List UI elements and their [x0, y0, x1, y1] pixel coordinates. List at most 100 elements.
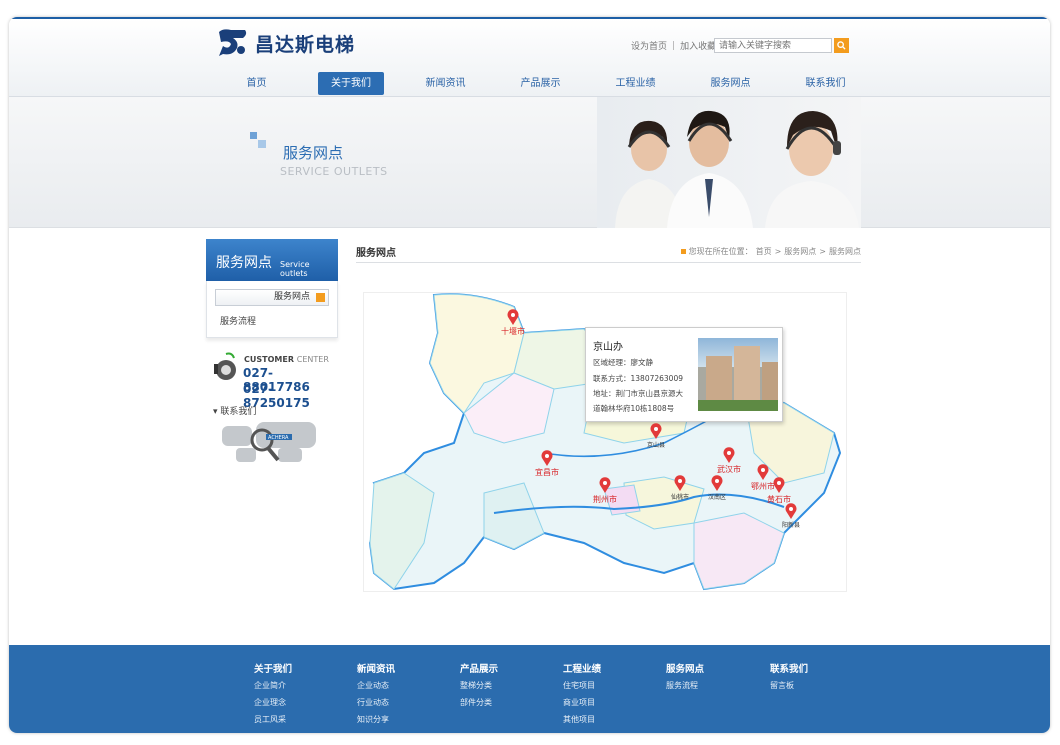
nav-item-home[interactable]: 首页	[209, 72, 304, 95]
sidebar-menu: 服务网点 服务流程	[206, 281, 338, 338]
page-title: 服务网点	[356, 248, 396, 259]
footer-link[interactable]: 行业动态	[357, 697, 447, 708]
nav-item-news[interactable]: 新闻资讯	[398, 72, 493, 95]
map-pin-label: 仙桃市	[670, 494, 689, 501]
footer-link[interactable]: 商业项目	[563, 697, 653, 708]
breadcrumb-prefix: 您现在所在位置：	[688, 247, 753, 256]
footer-col-projects: 工程业绩 住宅项目 商业项目 其他项目	[563, 661, 653, 731]
map-pin-icon[interactable]	[650, 423, 662, 439]
map-pin-icon[interactable]	[773, 477, 785, 493]
contact-us-link[interactable]: ▾ 联系我们	[213, 404, 256, 417]
map-pin-label: 十堰市	[501, 327, 525, 336]
map-popup-jingshan: 京山办 区域经理：廖文静 联系方式：13807263009 地址：荆门市京山县京…	[585, 327, 783, 422]
popup-title: 京山办	[593, 342, 623, 353]
page-frame: 昌达斯电梯 设为首页 | 加入收藏 首页 关于我们 新闻资讯 产品展示 工程业绩…	[9, 17, 1050, 733]
customer-center-label: CUSTOMER CENTER	[244, 355, 329, 364]
sidebar-title: 服务网点	[216, 255, 272, 271]
footer-link[interactable]: 服务流程	[666, 680, 756, 691]
breadcrumb-icon	[680, 249, 686, 254]
headset-icon	[214, 352, 236, 380]
nav-item-projects[interactable]: 工程业绩	[588, 72, 683, 95]
map-pin-icon[interactable]	[599, 477, 611, 493]
banner-subtitle: SERVICE OUTLETS	[280, 165, 388, 178]
set-homepage-link[interactable]: 设为首页	[631, 39, 667, 52]
map-pin-icon[interactable]	[757, 464, 769, 480]
customer-center: CUSTOMER CENTER 027-88017786 027-8725017…	[206, 352, 338, 472]
map-pin-label: 宜昌市	[535, 468, 559, 477]
footer-link[interactable]: 企业理念	[254, 697, 344, 708]
footer-col-products: 产品展示 整梯分类 部件分类	[460, 661, 550, 714]
banner-squares-icon	[250, 132, 266, 148]
search-input[interactable]	[714, 38, 832, 53]
footer-heading[interactable]: 服务网点	[666, 661, 756, 675]
map-pin-icon[interactable]	[674, 475, 686, 491]
logo-icon	[219, 29, 247, 56]
footer-heading[interactable]: 产品展示	[460, 661, 550, 675]
footer-link[interactable]: 员工风采	[254, 714, 344, 725]
map-pin-label: 阳新县	[781, 522, 800, 529]
footer-col-contact: 联系我们 留言板	[770, 661, 860, 697]
footer-link[interactable]: 知识分享	[357, 714, 447, 725]
breadcrumb: 您现在所在位置： 首页 > 服务网点 > 服务网点	[680, 246, 861, 257]
popup-manager: 区域经理：廖文静	[593, 358, 653, 367]
footer-col-news: 新闻资讯 企业动态 行业动态 知识分享	[357, 661, 447, 731]
main-header: 服务网点 您现在所在位置： 首页 > 服务网点 > 服务网点	[356, 239, 861, 263]
search-button[interactable]	[834, 38, 849, 53]
nav-item-about[interactable]: 关于我们	[318, 72, 384, 95]
footer-link[interactable]: 留言板	[770, 680, 860, 691]
popup-building-image	[698, 338, 778, 411]
main-content: 服务网点 您现在所在位置： 首页 > 服务网点 > 服务网点	[356, 239, 861, 263]
footer-link[interactable]: 企业简介	[254, 680, 344, 691]
add-favorite-link[interactable]: 加入收藏	[680, 39, 716, 52]
map-pin-icon[interactable]	[507, 309, 519, 325]
brand-name: 昌达斯电梯	[255, 33, 356, 56]
map-pin-icon[interactable]	[723, 447, 735, 463]
contact-us-label: 联系我们	[220, 407, 257, 417]
top-links: 设为首页 | 加入收藏	[631, 39, 716, 53]
building-icon	[698, 346, 778, 411]
main-nav: 首页 关于我们 新闻资讯 产品展示 工程业绩 服务网点 联系我们	[209, 72, 873, 97]
nav-item-contact[interactable]: 联系我们	[778, 72, 873, 95]
banner-photo-call-center	[597, 97, 861, 228]
nav-item-products[interactable]: 产品展示	[493, 72, 588, 95]
top-links-separator: |	[672, 40, 676, 51]
popup-address-line-1: 地址：荆门市京山县京源大	[593, 389, 683, 398]
sidebar-header: 服务网点 Service outlets	[206, 239, 338, 281]
arrow-icon	[316, 293, 325, 302]
nav-item-service[interactable]: 服务网点	[683, 72, 778, 95]
map-pin-label: 汉南区	[707, 494, 726, 501]
footer-link[interactable]: 部件分类	[460, 697, 550, 708]
breadcrumb-sep: >	[774, 247, 782, 256]
breadcrumb-service[interactable]: 服务网点	[784, 246, 816, 257]
map-pin-label: 武汉市	[717, 465, 741, 474]
map-pin-icon[interactable]	[711, 475, 723, 491]
sidebar-item-service-outlets[interactable]: 服务网点	[215, 289, 329, 306]
logo[interactable]: 昌达斯电梯	[215, 27, 355, 59]
footer-heading[interactable]: 工程业绩	[563, 661, 653, 675]
sidebar: 服务网点 Service outlets 服务网点 服务流程 CUSTOMER …	[206, 239, 338, 472]
sidebar-item-service-process[interactable]: 服务流程	[215, 314, 329, 327]
footer-col-about: 关于我们 企业简介 企业理念 员工风采	[254, 661, 344, 731]
call-center-agents-image	[615, 110, 859, 228]
footer-link[interactable]: 住宅项目	[563, 680, 653, 691]
map-pin-icon[interactable]	[541, 450, 553, 466]
customer-label: CUSTOMER	[244, 355, 294, 364]
sidebar-title-en: Service outlets	[280, 260, 310, 278]
footer-col-service: 服务网点 服务流程	[666, 661, 756, 697]
footer-heading[interactable]: 联系我们	[770, 661, 860, 675]
breadcrumb-home[interactable]: 首页	[756, 246, 772, 257]
popup-contact: 联系方式：13807263009	[593, 374, 683, 383]
world-map-magnifier-icon: ACHERA	[222, 422, 316, 462]
map-pin-label: 京山县	[646, 442, 665, 449]
footer-heading[interactable]: 关于我们	[254, 661, 344, 675]
footer-link[interactable]: 整梯分类	[460, 680, 550, 691]
footer-heading[interactable]: 新闻资讯	[357, 661, 447, 675]
banner-title: 服务网点	[283, 144, 344, 162]
map-pin-label: 荆州市	[593, 495, 617, 504]
footer-link[interactable]: 其他项目	[563, 714, 653, 725]
phone-number-2: 027-87250175	[243, 382, 310, 410]
breadcrumb-current[interactable]: 服务网点	[829, 246, 861, 257]
map-pin-icon[interactable]	[785, 503, 797, 519]
search-icon	[837, 41, 846, 50]
footer-link[interactable]: 企业动态	[357, 680, 447, 691]
